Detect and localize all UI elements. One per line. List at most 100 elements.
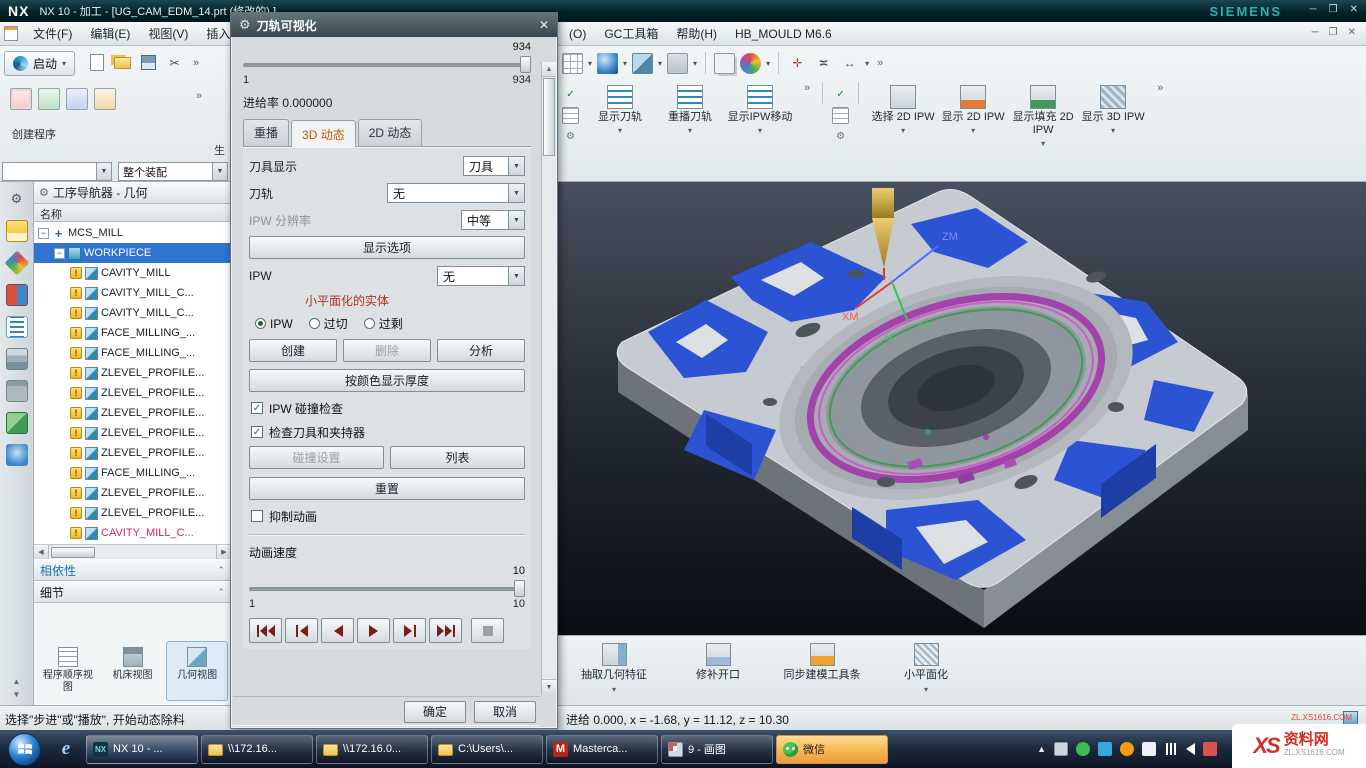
generate-toolpath-icon[interactable]: ✓ <box>562 86 579 103</box>
toolbar-overflow-icon[interactable]: » <box>801 82 813 94</box>
cut-icon[interactable]: ✂ <box>164 52 185 73</box>
tree-item[interactable]: ZLEVEL_PROFILE... <box>34 423 231 443</box>
3d-model-canvas[interactable]: XM ZM XC YC <box>556 182 1366 635</box>
name-column-header[interactable]: 名称 <box>34 204 231 222</box>
tree-item[interactable]: FACE_MILLING_... <box>34 343 231 363</box>
tree-item[interactable]: ZLEVEL_PROFILE... <box>34 503 231 523</box>
ribbon-button[interactable]: 显示刀轨 ▾ <box>585 82 655 168</box>
delete-button[interactable]: 删除 <box>343 339 431 362</box>
menu-item[interactable]: GC工具箱 <box>595 22 667 45</box>
display-mode-icon[interactable] <box>667 53 688 74</box>
create-geometry-icon[interactable] <box>66 88 88 110</box>
group-overflow-icon[interactable]: » <box>196 90 202 102</box>
menu-item[interactable]: 帮助(H) <box>667 22 726 45</box>
menu-item[interactable]: 编辑(E) <box>81 22 139 45</box>
graphics-window[interactable]: XM ZM XC YC <box>556 182 1366 635</box>
play-backward-button[interactable] <box>321 618 354 643</box>
toolpath-select[interactable]: 无 ▼ <box>387 183 525 203</box>
tray-icon-blue[interactable] <box>1098 742 1112 756</box>
frame-slider[interactable] <box>243 56 531 73</box>
taskbar-item[interactable]: \\172.16.0... <box>316 735 428 764</box>
view-layout-icon[interactable] <box>562 53 583 74</box>
tree-item[interactable]: CAVITY_MILL_C... <box>34 523 231 543</box>
window-split-icon[interactable] <box>714 53 735 74</box>
tree-item[interactable]: FACE_MILLING_... <box>34 463 231 483</box>
ipw-collision-check-row[interactable]: ✓ IPW 碰撞检查 <box>251 398 525 418</box>
ribbon-button[interactable]: 重播刀轨 ▾ <box>655 82 725 168</box>
operation-navigator-icon[interactable] <box>6 316 28 338</box>
assembly-navigator-icon[interactable] <box>6 220 28 242</box>
dialog-scrollbar[interactable]: ▲ ▼ <box>541 62 556 694</box>
menu-item[interactable]: HB_MOULD M6.6 <box>726 24 841 44</box>
skip-to-end-button[interactable] <box>429 618 462 643</box>
shaded-sphere-icon[interactable] <box>597 53 618 74</box>
scroll-up-icon[interactable]: ▲ <box>13 677 21 686</box>
ipw-resolution-select[interactable]: 中等 ▼ <box>461 210 525 230</box>
dialog-close-icon[interactable]: ✕ <box>539 18 549 32</box>
horizontal-scrollbar[interactable]: ◀ ▶ <box>34 544 231 559</box>
scroll-up-icon[interactable]: ▲ <box>542 62 556 77</box>
tray-network-icon[interactable] <box>1164 743 1178 755</box>
restore-button[interactable]: ❐ <box>1329 4 1338 15</box>
start-button[interactable] <box>8 733 41 766</box>
constraint-navigator-icon[interactable] <box>4 251 29 276</box>
checkbox-unchecked-icon[interactable] <box>251 510 263 522</box>
taskbar-item[interactable]: Masterca... <box>546 735 658 764</box>
create-button[interactable]: 创建 <box>249 339 337 362</box>
show-options-button[interactable]: 显示选项 <box>249 236 525 259</box>
post-process-icon[interactable]: ⚙ <box>562 128 579 145</box>
part-navigator-icon[interactable] <box>6 284 28 306</box>
scroll-left-icon[interactable]: ◀ <box>34 545 49 559</box>
new-file-icon[interactable] <box>86 52 107 73</box>
toolbar-overflow-icon[interactable]: » <box>874 57 886 69</box>
resource-options-gear-icon[interactable]: ⚙ <box>6 188 28 210</box>
tab-replay[interactable]: 重播 <box>243 119 289 146</box>
render-style-icon[interactable] <box>740 53 761 74</box>
tree-item[interactable]: CAVITY_MILL <box>34 263 231 283</box>
speed-slider[interactable] <box>249 580 525 597</box>
create-tool-icon[interactable] <box>38 88 60 110</box>
thickness-by-color-button[interactable]: 按颜色显示厚度 <box>249 369 525 392</box>
tree-item[interactable]: CAVITY_MILL_C... <box>34 303 231 323</box>
cancel-button[interactable]: 取消 <box>474 701 536 723</box>
check-tool-holder-row[interactable]: ✓ 检查刀具和夹持器 <box>251 422 525 442</box>
mdi-restore-button[interactable]: ❐ <box>1329 27 1338 38</box>
confirm-icon[interactable]: ✓ <box>832 86 849 103</box>
scrollbar-thumb[interactable] <box>51 547 95 558</box>
selection-filter-combo[interactable]: ▼ <box>2 162 112 181</box>
tab-2d-dynamic[interactable]: 2D 动态 <box>358 119 423 146</box>
ok-button[interactable]: 确定 <box>404 701 466 723</box>
radio-excess[interactable]: 过剩 <box>364 315 403 332</box>
tree-item[interactable]: WORKPIECE <box>34 243 231 263</box>
slider-thumb[interactable] <box>514 580 525 597</box>
radio-gouge[interactable]: 过切 <box>309 315 348 332</box>
ribbon-button[interactable]: 显示 2D IPW ▾ <box>938 82 1008 168</box>
taskbar-item[interactable]: 微信 <box>776 735 888 764</box>
ribbon-button[interactable]: 显示填充 2D IPW ▾ <box>1008 82 1078 168</box>
tray-keyboard-icon[interactable] <box>1054 742 1068 756</box>
menu-item[interactable]: 视图(V) <box>139 22 197 45</box>
tray-icon-orange[interactable] <box>1120 742 1134 756</box>
web-browser-icon[interactable] <box>6 444 28 466</box>
process-library-icon[interactable] <box>6 412 28 434</box>
skip-to-start-button[interactable] <box>249 618 282 643</box>
settings-tool-icon[interactable]: ⚙ <box>832 128 849 145</box>
details-section[interactable]: 细节 ⌃ <box>34 581 231 603</box>
collapse-icon[interactable] <box>38 228 49 239</box>
reuse-library-icon[interactable] <box>6 348 28 370</box>
machine-tool-navigator-icon[interactable] <box>6 380 28 402</box>
selection-scope-combo[interactable]: 整个装配 ▼ <box>118 162 228 181</box>
tree-item[interactable]: MCS_MILL <box>34 223 231 243</box>
tray-expand-icon[interactable]: ▲ <box>1037 744 1046 754</box>
scroll-down-icon[interactable]: ▼ <box>13 690 21 699</box>
list-button[interactable]: 列表 <box>390 446 525 469</box>
open-file-icon[interactable] <box>112 52 133 73</box>
tree-item[interactable]: ZLEVEL_PROFILE... <box>34 483 231 503</box>
dialog-titlebar[interactable]: ⚙ 刀轨可视化 ✕ <box>231 13 557 37</box>
program-order-view-button[interactable]: 程序顺序视图 <box>37 641 99 701</box>
verify-toolpath-icon[interactable] <box>562 107 579 124</box>
tool-display-select[interactable]: 刀具 ▼ <box>463 156 525 176</box>
scroll-right-icon[interactable]: ▶ <box>216 545 231 559</box>
taskbar-item[interactable]: 9 - 画图 <box>661 735 773 764</box>
save-icon[interactable] <box>138 52 159 73</box>
